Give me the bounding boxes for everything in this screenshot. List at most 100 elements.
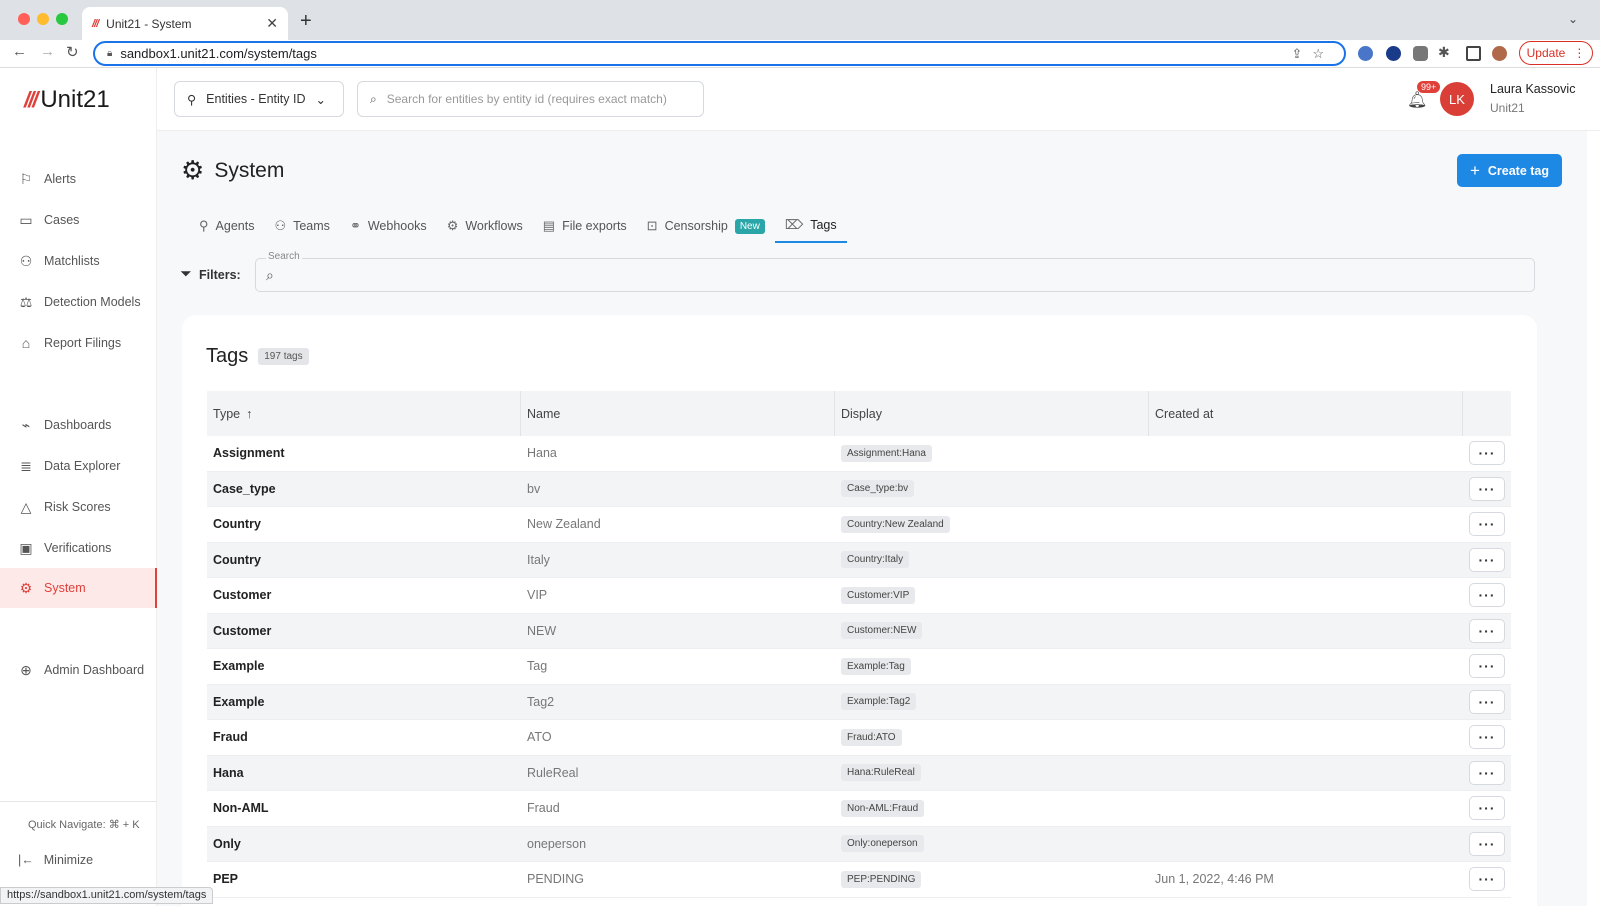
table-row[interactable]: Only oneperson Only:oneperson ··· xyxy=(207,826,1511,862)
cell-actions: ··· xyxy=(1463,547,1511,572)
sidebar-item-alerts[interactable]: ⚐ Alerts xyxy=(0,159,157,199)
puzzle-icon[interactable]: ✱ xyxy=(1438,44,1450,61)
extension-icon[interactable] xyxy=(1413,46,1428,61)
more-options-button[interactable]: ··· xyxy=(1469,476,1505,501)
tab-webhooks[interactable]: ⚭ Webhooks xyxy=(340,209,437,243)
filter-search-input[interactable]: Search ⌕ xyxy=(255,251,1535,292)
table-row[interactable]: Fraud ATO Fraud:ATO ··· xyxy=(207,720,1511,756)
more-options-button[interactable]: ··· xyxy=(1469,796,1505,821)
table-row[interactable]: Customer VIP Customer:VIP ··· xyxy=(207,578,1511,614)
update-button[interactable]: Update ⋮ xyxy=(1519,41,1593,65)
more-options-button[interactable]: ··· xyxy=(1469,512,1505,537)
forward-icon[interactable]: → xyxy=(40,43,55,60)
more-options-button[interactable]: ··· xyxy=(1469,618,1505,643)
sidebar-item-risk-scores[interactable]: △ Risk Scores xyxy=(0,487,157,527)
sidebar-item-report-filings[interactable]: ⌂ Report Filings xyxy=(0,323,157,363)
more-options-button[interactable]: ··· xyxy=(1469,583,1505,608)
create-tag-button[interactable]: + Create tag xyxy=(1457,154,1562,187)
minimize-button[interactable]: |← Minimize xyxy=(18,853,93,867)
tab-teams[interactable]: ⚇ Teams xyxy=(264,209,339,243)
filter-icon: ⏷ xyxy=(181,267,192,281)
window-minimize-button[interactable] xyxy=(37,13,49,25)
sidebar-item-matchlists[interactable]: ⚇ Matchlists xyxy=(0,241,157,281)
url-text[interactable]: sandbox1.unit21.com/system/tags xyxy=(120,46,1291,61)
scale-icon: ⚖ xyxy=(19,293,33,310)
browser-tab-title: Unit21 - System xyxy=(106,16,192,31)
table-row[interactable]: Case_type bv Case_type:bv ··· xyxy=(207,471,1511,507)
more-options-button[interactable]: ··· xyxy=(1469,760,1505,785)
profile-avatar-icon[interactable] xyxy=(1492,46,1507,61)
gear-icon: ⚙ xyxy=(181,155,205,185)
share-bookmark-icons[interactable]: ⇪☆ xyxy=(1291,46,1334,62)
table-row[interactable]: PEP PENDING PEP:PENDING Jun 1, 2022, 4:46 P… xyxy=(207,862,1511,898)
sidebar-item-verifications[interactable]: ▣ Verifications xyxy=(0,528,157,568)
table-row[interactable]: Assignment Hana Assignment:Hana ··· xyxy=(207,436,1511,472)
column-header-created-at[interactable]: Created at xyxy=(1149,391,1463,436)
sidebar-item-label: Risk Scores xyxy=(44,500,111,514)
back-icon[interactable]: ← xyxy=(12,43,27,60)
tab-tags[interactable]: ⌦ Tags xyxy=(774,209,847,243)
window-close-button[interactable] xyxy=(18,13,30,25)
avatar[interactable]: LK xyxy=(1440,82,1474,116)
table-row[interactable]: Example Tag2 Example:Tag2 ··· xyxy=(207,684,1511,720)
sidepanel-icon[interactable] xyxy=(1466,46,1481,61)
more-options-button[interactable]: ··· xyxy=(1469,867,1505,892)
reload-icon[interactable]: ↻ xyxy=(66,43,79,61)
tab-search-chevron-icon[interactable]: ⌄ xyxy=(1568,12,1578,26)
entity-search-input[interactable]: ⌕ Search for entities by entity id (requ… xyxy=(357,81,704,117)
tab-censorship[interactable]: ⊡ Censorship New xyxy=(637,209,775,243)
table-row[interactable]: Example Tag Example:Tag ··· xyxy=(207,649,1511,685)
sidebar-item-cases[interactable]: ▭ Cases xyxy=(0,200,157,240)
entity-type-select[interactable]: ⚲ Entities - Entity ID ⌄ xyxy=(174,81,344,117)
sidebar-item-detection-models[interactable]: ⚖ Detection Models xyxy=(0,282,157,322)
sidebar-item-data-explorer[interactable]: ≣ Data Explorer xyxy=(0,446,157,486)
more-options-button[interactable]: ··· xyxy=(1469,689,1505,714)
more-options-button[interactable]: ··· xyxy=(1469,547,1505,572)
column-header-name[interactable]: Name xyxy=(521,391,835,436)
cell-type: Assignment xyxy=(213,446,285,461)
new-tab-icon[interactable]: + xyxy=(300,10,312,33)
censor-icon: ⊡ xyxy=(646,218,658,233)
cell-type: Case_type xyxy=(213,481,276,496)
bell-icon[interactable]: 🔔︎ xyxy=(1407,90,1427,110)
extension-icon[interactable] xyxy=(1386,46,1401,61)
more-options-button[interactable]: ··· xyxy=(1469,654,1505,679)
address-bar[interactable]: 🔒︎ sandbox1.unit21.com/system/tags ⇪☆ xyxy=(93,41,1346,66)
person-icon: ⚲ xyxy=(199,218,209,233)
cell-actions: ··· xyxy=(1463,760,1511,785)
table-row[interactable]: Country New Zealand Country:New Zealand ··· xyxy=(207,507,1511,543)
table-row[interactable]: Hana RuleReal Hana:RuleReal ··· xyxy=(207,755,1511,791)
gear-icon: ⚙ xyxy=(19,579,33,596)
column-header-display[interactable]: Display xyxy=(835,391,1149,436)
column-label: Display xyxy=(841,406,882,421)
cell-created-at: Jun 1, 2022, 4:46 PM xyxy=(1155,872,1274,887)
sidebar-item-label: Data Explorer xyxy=(44,459,121,473)
tab-workflows[interactable]: ⚙ Workflows xyxy=(437,209,533,243)
window-zoom-button[interactable] xyxy=(56,13,68,25)
table-row[interactable]: Country Italy Country:Italy ··· xyxy=(207,542,1511,578)
browser-tab[interactable]: /// Unit21 - System ✕ xyxy=(82,7,288,40)
logo[interactable]: /// Unit21 xyxy=(24,86,110,114)
display-chip: Customer:VIP xyxy=(841,586,916,604)
extension-icon[interactable] xyxy=(1358,46,1373,61)
close-tab-icon[interactable]: ✕ xyxy=(266,15,278,32)
sidebar-item-system[interactable]: ⚙ System xyxy=(0,568,157,608)
sidebar-item-dashboards[interactable]: ⌁ Dashboards xyxy=(0,405,157,445)
display-chip: Country:Italy xyxy=(841,551,910,569)
briefcase-icon: ▭ xyxy=(19,211,33,228)
column-header-type[interactable]: Type ↑ xyxy=(207,391,521,436)
entity-select-value: Entities - Entity ID xyxy=(206,92,306,106)
tab-file-exports[interactable]: ▤ File exports xyxy=(533,209,637,243)
tab-agents[interactable]: ⚲ Agents xyxy=(189,209,264,243)
chart-icon: ⌁ xyxy=(21,416,31,433)
more-options-button[interactable]: ··· xyxy=(1469,441,1505,466)
cell-type: Hana xyxy=(213,765,244,780)
more-options-button[interactable]: ··· xyxy=(1469,831,1505,856)
sidebar-item-admin-dashboard[interactable]: ⊕ Admin Dashboard xyxy=(0,650,157,690)
lock-icon: 🔒︎ xyxy=(107,48,113,59)
table-row[interactable]: Non-AML Fraud Non-AML:Fraud ··· xyxy=(207,791,1511,827)
more-options-button[interactable]: ··· xyxy=(1469,725,1505,750)
table-row[interactable]: Customer NEW Customer:NEW ··· xyxy=(207,613,1511,649)
entity-search-placeholder: Search for entities by entity id (requir… xyxy=(386,92,667,106)
id-card-icon: ▣ xyxy=(19,539,33,556)
